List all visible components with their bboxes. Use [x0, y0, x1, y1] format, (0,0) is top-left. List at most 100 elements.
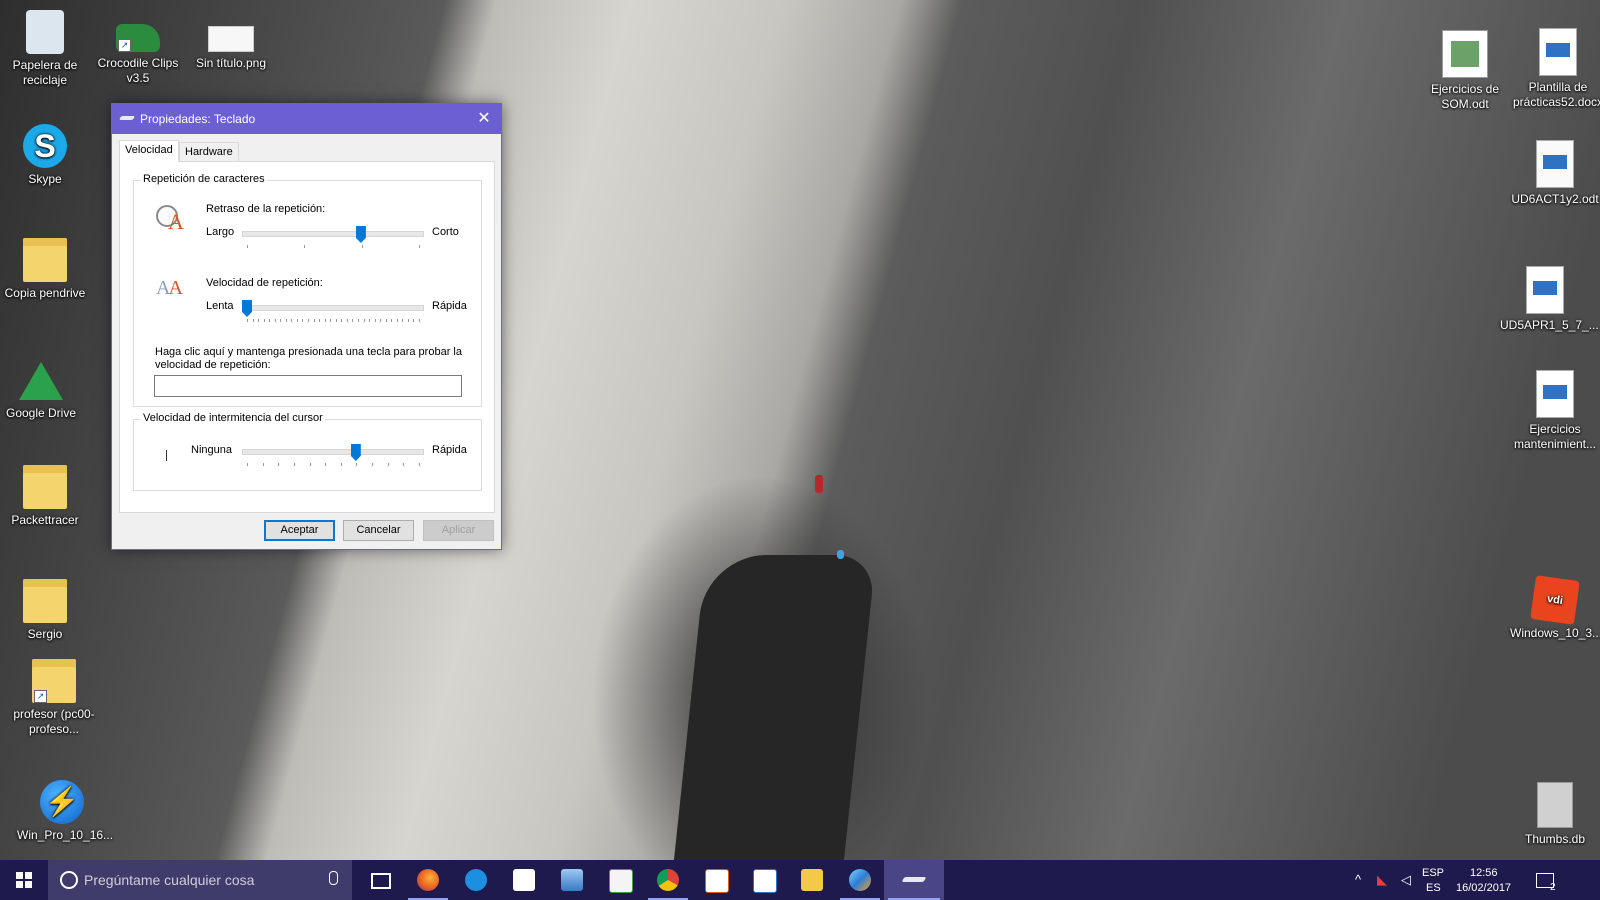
- clock-time[interactable]: 12:56: [1470, 867, 1498, 879]
- store-icon: [513, 869, 535, 891]
- taskbar-network[interactable]: [548, 860, 596, 900]
- desktop-icon-ud6act[interactable]: UD6ACT1y2.odt: [1510, 140, 1600, 207]
- wallpaper-rock: [673, 555, 877, 860]
- cursor-min-label: Ninguna: [191, 444, 232, 456]
- slider-tick: [375, 319, 376, 322]
- dialog-title-bar[interactable]: Propiedades: Teclado ✕: [112, 104, 501, 134]
- firefox-icon: [417, 869, 439, 891]
- keyboard-icon: [118, 116, 136, 120]
- keyboard-properties-dialog: Propiedades: Teclado ✕ Velocidad Hardwar…: [111, 103, 502, 550]
- slider-tick: [391, 319, 392, 322]
- slider-tick: [264, 319, 265, 322]
- slider-tick: [402, 319, 403, 322]
- tab-velocidad[interactable]: Velocidad: [119, 140, 179, 162]
- rate-slider-thumb[interactable]: [242, 300, 252, 317]
- desktop-icon-recycle-bin[interactable]: Papelera de reciclaje: [0, 10, 90, 88]
- recycle-bin-icon: [26, 10, 64, 54]
- desktop-icon-label: Google Drive: [5, 406, 77, 420]
- rate-max-label: Rápida: [432, 300, 467, 312]
- task-view-button[interactable]: [356, 860, 404, 900]
- desktop-icon-sin-titulo[interactable]: Sin título.png: [186, 14, 276, 71]
- desktop-icon-label: Thumbs.db: [1524, 832, 1586, 846]
- desktop-icon-ejercicios-som[interactable]: Ejercicios de SOM.odt: [1420, 30, 1510, 112]
- slider-tick: [308, 319, 309, 322]
- desktop-icon-windows10[interactable]: vdi Windows_10_3...: [1510, 575, 1600, 641]
- slider-tick: [325, 319, 326, 322]
- repeat-rate-icon: AA: [156, 277, 183, 299]
- skype-icon: S: [23, 124, 67, 168]
- slider-tick: [356, 463, 357, 466]
- apply-button[interactable]: Aplicar: [423, 520, 494, 541]
- slider-tick: [263, 463, 264, 466]
- desktop-icon-crocodile-clips[interactable]: ↗ Crocodile Clips v3.5: [93, 14, 183, 86]
- slider-tick: [319, 319, 320, 322]
- antivirus-icon[interactable]: ◣: [1374, 872, 1390, 888]
- slider-tick: [362, 245, 363, 248]
- slider-tick: [314, 319, 315, 322]
- cortana-icon: [60, 871, 78, 889]
- desktop-icon-ejercicios-mant[interactable]: Ejercicios mantenimient...: [1510, 370, 1600, 452]
- cursor-slider-track[interactable]: [242, 449, 424, 455]
- edge-icon: [465, 869, 487, 891]
- desktop-icon-sergio[interactable]: Sergio: [0, 579, 90, 642]
- desktop-icon-ud5apr[interactable]: UD5APR1_5_7_...: [1500, 266, 1599, 333]
- slider-tick: [297, 319, 298, 322]
- desktop-icon-skype[interactable]: S Skype: [0, 124, 90, 187]
- taskbar-firefox[interactable]: [404, 860, 452, 900]
- input-language-top[interactable]: ESP: [1422, 867, 1444, 879]
- volume-muted-icon[interactable]: ◁: [1398, 872, 1414, 888]
- desktop-icon-plantilla[interactable]: Plantilla de prácticas52.docx: [1513, 28, 1600, 110]
- delay-slider-track[interactable]: [242, 231, 424, 237]
- taskbar-edge[interactable]: [452, 860, 500, 900]
- control-panel-icon: [849, 869, 871, 891]
- blinking-cursor-icon: [166, 450, 167, 461]
- desktop-icon-google-drive[interactable]: Google Drive: [0, 362, 86, 421]
- desktop-icon-profesor[interactable]: ↗ profesor (pc00-profeso...: [9, 659, 99, 737]
- delay-min-label: Largo: [206, 226, 235, 238]
- desktop-icon-packettracer[interactable]: Packettracer: [0, 465, 90, 528]
- start-button[interactable]: [0, 860, 48, 900]
- slider-tick: [269, 319, 270, 322]
- close-button[interactable]: ✕: [467, 104, 501, 134]
- taskbar-spreadsheet[interactable]: [596, 860, 644, 900]
- slider-tick: [275, 319, 276, 322]
- desktop-icon-copia-pendrive[interactable]: Copia pendrive: [0, 238, 90, 301]
- repeat-test-field[interactable]: [154, 375, 462, 397]
- cancel-button[interactable]: Cancelar: [343, 520, 414, 541]
- taskbar-writer[interactable]: [740, 860, 788, 900]
- desktop-icon-label: Papelera de reciclaje: [12, 58, 78, 87]
- system-file-icon: [1537, 782, 1573, 828]
- tab-hardware[interactable]: Hardware: [179, 142, 239, 161]
- taskbar-keyboard-properties[interactable]: [884, 860, 944, 900]
- rate-slider-track[interactable]: [242, 305, 424, 311]
- taskbar-chrome[interactable]: [644, 860, 692, 900]
- slider-tick: [372, 463, 373, 466]
- odt-document-icon: [1536, 140, 1574, 188]
- ok-button[interactable]: Aceptar: [264, 520, 335, 541]
- cortana-search-box[interactable]: Pregúntame cualquier cosa: [48, 860, 352, 900]
- windows-logo-icon: [16, 872, 32, 888]
- chevron-up-icon[interactable]: ^: [1350, 872, 1366, 888]
- delay-slider-thumb[interactable]: [355, 226, 366, 243]
- image-file-icon: [208, 26, 254, 52]
- desktop-icon-label: Ejercicios de SOM.odt: [1430, 82, 1500, 111]
- wallpaper-climber: [837, 550, 844, 559]
- input-language-bottom[interactable]: ES: [1426, 882, 1441, 894]
- desktop-icon-thumbs[interactable]: Thumbs.db: [1510, 782, 1600, 847]
- slider-tick: [247, 245, 248, 248]
- cursor-slider-thumb[interactable]: [350, 444, 361, 461]
- clock-date[interactable]: 16/02/2017: [1456, 882, 1511, 894]
- slider-tick: [291, 319, 292, 322]
- slider-tick: [304, 245, 305, 248]
- taskbar-file-explorer[interactable]: [788, 860, 836, 900]
- microphone-icon[interactable]: [329, 871, 338, 885]
- repeat-delay-icon: A: [156, 205, 184, 234]
- taskbar-store[interactable]: [500, 860, 548, 900]
- document-icon: [1526, 266, 1564, 314]
- shortcut-arrow-icon: ↗: [118, 39, 131, 52]
- taskbar-control-panel[interactable]: [836, 860, 884, 900]
- taskbar-impress[interactable]: [692, 860, 740, 900]
- desktop-icon-win-pro[interactable]: ⚡ Win_Pro_10_16...: [17, 780, 113, 843]
- keyboard-properties-icon: [901, 877, 927, 882]
- slider-tick: [388, 463, 389, 466]
